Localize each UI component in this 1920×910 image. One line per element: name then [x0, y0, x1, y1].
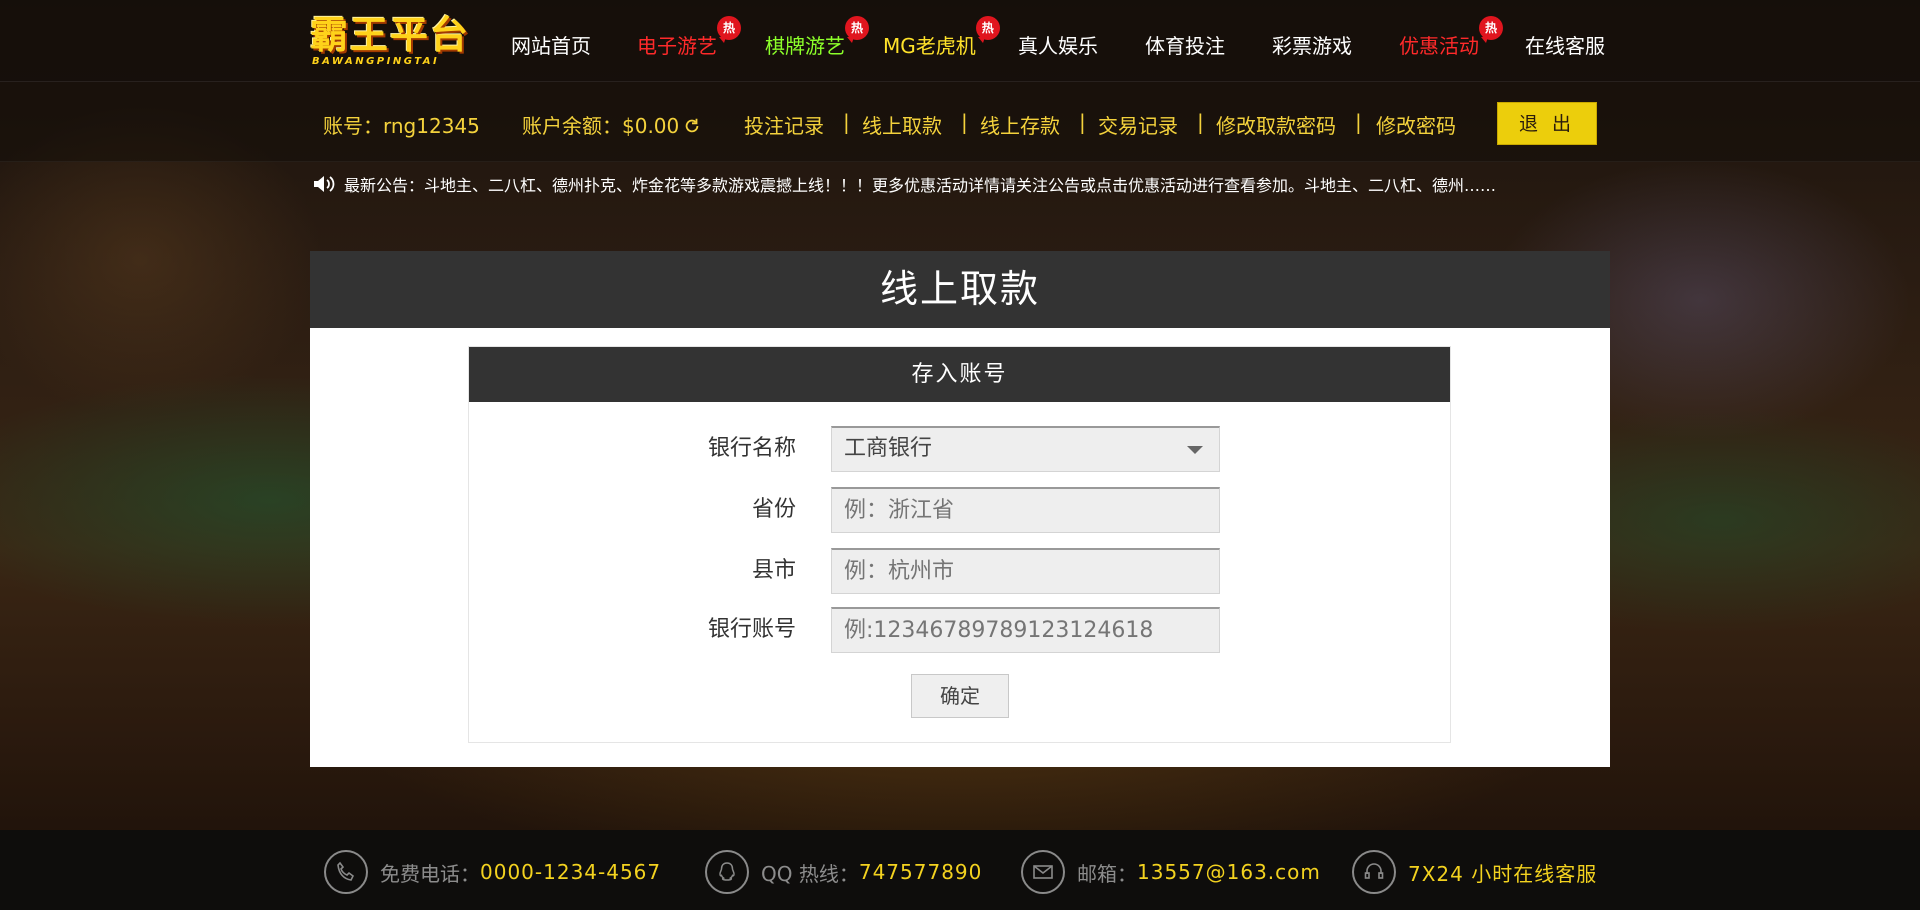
- announcement-bar: 最新公告：斗地主、二八杠、德州扑克、炸金花等多款游戏震撼上线！！！更多优惠活动详…: [312, 172, 1496, 196]
- nav-customer-service-label: 在线客服: [1525, 34, 1605, 58]
- footer-email: 邮箱： 13557@163.com: [1021, 850, 1321, 894]
- service-text: 7X24 小时在线客服: [1408, 861, 1598, 886]
- bank-name-row: 银行名称 工商银行: [469, 426, 1450, 472]
- balance-info: 账户余额：$0.00: [522, 110, 701, 139]
- footer-qq: QQ 热线： 747577890: [705, 850, 982, 894]
- hot-badge: 热: [717, 16, 741, 43]
- bank-account-row: 银行账号: [469, 607, 1450, 653]
- user-bar: [0, 82, 1920, 162]
- refresh-icon[interactable]: [683, 117, 701, 135]
- balance-value: $0.00: [622, 114, 680, 138]
- nav-cards-label: 棋牌游艺: [765, 34, 845, 58]
- link-deposit[interactable]: 线上存款: [980, 110, 1060, 139]
- phone-label: 免费电话：: [380, 861, 480, 886]
- nav-sports-label: 体育投注: [1145, 34, 1225, 58]
- nav-lottery-label: 彩票游戏: [1272, 34, 1352, 58]
- withdraw-panel: 线上取款 存入账号 银行名称 工商银行 省份 县市 银行账号 确定: [310, 251, 1610, 767]
- hot-badge: 热: [975, 16, 1000, 43]
- account-value: rng12345: [383, 114, 480, 138]
- qq-label: QQ 热线：: [761, 861, 859, 886]
- link-change-withdraw-password[interactable]: 修改取款密码: [1216, 110, 1336, 139]
- footer-phone: 免费电话： 0000-1234-4567: [324, 850, 661, 894]
- city-input[interactable]: [831, 548, 1220, 594]
- logout-button[interactable]: 退 出: [1497, 102, 1597, 145]
- footer-service: 7X24 小时在线客服: [1352, 850, 1597, 894]
- nav-sports[interactable]: 体育投注: [1145, 30, 1225, 59]
- separator: |: [1355, 110, 1362, 134]
- bank-name-select[interactable]: 工商银行: [831, 426, 1220, 472]
- hot-badge: 热: [1479, 16, 1503, 43]
- nav-lottery[interactable]: 彩票游戏: [1272, 30, 1352, 59]
- headset-icon: [1352, 850, 1396, 894]
- nav-cards[interactable]: 棋牌游艺热: [765, 16, 869, 59]
- separator: |: [843, 110, 850, 134]
- deposit-account-form: 存入账号 银行名称 工商银行 省份 县市 银行账号 确定: [468, 346, 1451, 743]
- province-input[interactable]: [831, 487, 1220, 533]
- email-label: 邮箱：: [1077, 861, 1137, 886]
- form-title: 存入账号: [469, 347, 1450, 402]
- top-nav-bar: 霸王平台 BAWANGPINGTAI 网站首页 电子游艺热 棋牌游艺热 MG老虎…: [0, 0, 1920, 82]
- submit-button[interactable]: 确定: [911, 674, 1009, 718]
- balance-label: 账户余额：: [522, 114, 622, 138]
- nav-promotions-label: 优惠活动: [1399, 34, 1479, 58]
- separator: |: [1197, 110, 1204, 134]
- province-row: 省份: [469, 487, 1450, 533]
- page-title: 线上取款: [310, 251, 1610, 328]
- nav-mg-slots[interactable]: MG老虎机热: [883, 16, 1000, 59]
- bank-account-input[interactable]: [831, 607, 1220, 653]
- nav-home-label: 网站首页: [511, 34, 591, 58]
- separator: |: [961, 110, 968, 134]
- nav-slots-label: 电子游艺: [637, 34, 717, 58]
- nav-home[interactable]: 网站首页: [511, 30, 591, 59]
- link-withdraw[interactable]: 线上取款: [862, 110, 942, 139]
- link-change-password[interactable]: 修改密码: [1376, 110, 1456, 139]
- announcement-text: 最新公告：斗地主、二八杠、德州扑克、炸金花等多款游戏震撼上线！！！更多优惠活动详…: [344, 176, 1497, 195]
- city-label: 县市: [751, 558, 796, 583]
- mail-icon: [1021, 850, 1065, 894]
- nav-live-casino-label: 真人娱乐: [1018, 34, 1098, 58]
- email-value: 13557@163.com: [1137, 860, 1321, 884]
- nav-customer-service[interactable]: 在线客服: [1525, 30, 1605, 59]
- logo-subtext: BAWANGPINGTAI: [312, 56, 440, 67]
- nav-slots[interactable]: 电子游艺热: [637, 16, 741, 59]
- logo-text: 霸王平台: [310, 12, 471, 57]
- qq-icon: [705, 850, 749, 894]
- link-transactions[interactable]: 交易记录: [1098, 110, 1178, 139]
- province-label: 省份: [751, 497, 796, 522]
- bank-account-label: 银行账号: [707, 617, 796, 642]
- nav-live-casino[interactable]: 真人娱乐: [1018, 30, 1098, 59]
- speaker-icon: [314, 176, 335, 192]
- bank-name-value: 工商银行: [844, 436, 933, 461]
- bank-name-label: 银行名称: [707, 436, 796, 461]
- city-row: 县市: [469, 548, 1450, 594]
- account-info: 账号：rng12345: [323, 110, 480, 139]
- footer: 免费电话： 0000-1234-4567 QQ 热线： 747577890 邮箱…: [0, 830, 1920, 910]
- nav-promotions[interactable]: 优惠活动热: [1399, 16, 1503, 59]
- chevron-down-icon: [1187, 446, 1203, 454]
- nav-mg-slots-label: MG老虎机: [883, 34, 976, 58]
- hot-badge: 热: [845, 16, 869, 43]
- phone-value: 0000-1234-4567: [480, 860, 662, 884]
- account-label: 账号：: [323, 114, 383, 138]
- separator: |: [1079, 110, 1086, 134]
- link-bet-records[interactable]: 投注记录: [744, 110, 824, 139]
- qq-value: 747577890: [858, 860, 983, 884]
- site-logo[interactable]: 霸王平台 BAWANGPINGTAI: [310, 14, 470, 74]
- phone-icon: [324, 850, 368, 894]
